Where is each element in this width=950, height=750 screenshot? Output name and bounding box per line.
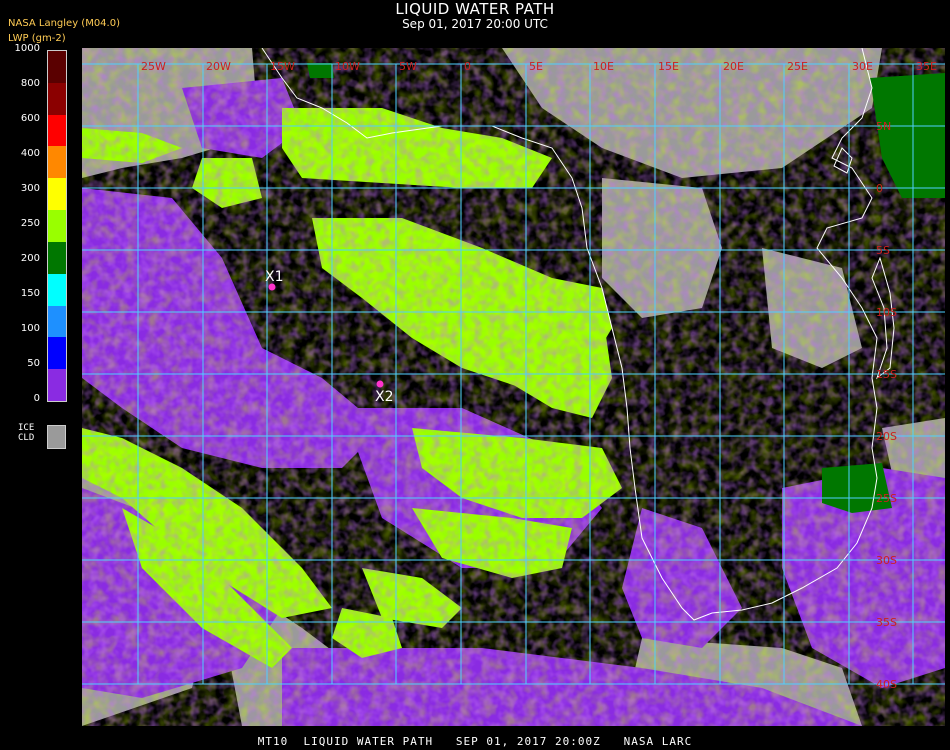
legend-tick-label: 800 [20, 78, 40, 89]
page-title: LIQUID WATER PATH [395, 0, 555, 18]
legend-tick-label: 0 [33, 393, 40, 404]
site-marker-dot [376, 380, 384, 388]
latitude-label: 5S [876, 244, 890, 257]
legend-swatch [48, 305, 66, 338]
longitude-label: 25W [141, 60, 166, 73]
latitude-label: 40S [876, 678, 897, 691]
page-subtitle: Sep 01, 2017 20:00 UTC [402, 17, 548, 31]
footer-caption: MT10 LIQUID WATER PATH SEP 01, 2017 20:0… [257, 735, 693, 748]
latitude-label: 15S [876, 368, 897, 381]
longitude-label: 15W [270, 60, 295, 73]
legend-tick-label: 200 [20, 253, 40, 264]
legend-swatch [48, 114, 66, 147]
latitude-label: 35S [876, 616, 897, 629]
longitude-label: 15E [658, 60, 679, 73]
legend-tick-label: 100 [20, 323, 40, 334]
legend-swatch [48, 82, 66, 115]
longitude-label: 5W [399, 60, 417, 73]
longitude-label: 20E [723, 60, 744, 73]
longitude-label: 10W [335, 60, 360, 73]
longitude-label: 5E [529, 60, 543, 73]
latitude-label: 20S [876, 430, 897, 443]
latitude-label: 30S [876, 554, 897, 567]
ice-cloud-label: ICE CLD [18, 423, 34, 443]
longitude-label: 10E [593, 60, 614, 73]
site-marker-label: X1 [265, 269, 284, 285]
ice-label-line1: ICE [18, 423, 35, 433]
legend-tick-label: 600 [20, 113, 40, 124]
legend-swatch [48, 146, 66, 179]
latitude-label: 25S [876, 492, 897, 505]
legend-swatch [48, 210, 66, 242]
legend-swatch [48, 273, 66, 306]
legend-tick-label: 250 [20, 218, 40, 229]
longitude-label: 35E [916, 60, 937, 73]
longitude-label: 0 [464, 60, 471, 73]
longitude-label: 25E [787, 60, 808, 73]
legend-tick-label: 300 [20, 183, 40, 194]
latitude-label: 0 [876, 182, 883, 195]
legend-tick-label: 400 [20, 148, 40, 159]
latitude-label: 5N [876, 120, 891, 133]
legend-swatch [48, 178, 66, 211]
ice-label-line2: CLD [18, 433, 35, 443]
longitude-label: 20W [206, 60, 231, 73]
legend-tick-label: 150 [20, 288, 40, 299]
legend-swatch [48, 369, 66, 401]
longitude-label: 30E [852, 60, 873, 73]
color-legend-bar [47, 50, 67, 402]
legend-swatch [48, 241, 66, 274]
satellite-map: 25W 20W 15W 10W 5W 0 5E 10E 15E 20E 25E 30E 35E 5N 0 5S… [82, 48, 945, 726]
producer-label: NASA Langley (M04.0) [8, 18, 120, 29]
legend-tick-label: 50 [27, 358, 40, 369]
ice-cloud-swatch [47, 425, 66, 449]
purple-cloud-texture [82, 48, 945, 726]
latitude-label: 10S [876, 306, 897, 319]
legend-tick-label: 1000 [14, 43, 40, 54]
legend-swatch [48, 337, 66, 370]
site-marker-label: X2 [375, 389, 394, 405]
legend-swatch [48, 51, 66, 83]
